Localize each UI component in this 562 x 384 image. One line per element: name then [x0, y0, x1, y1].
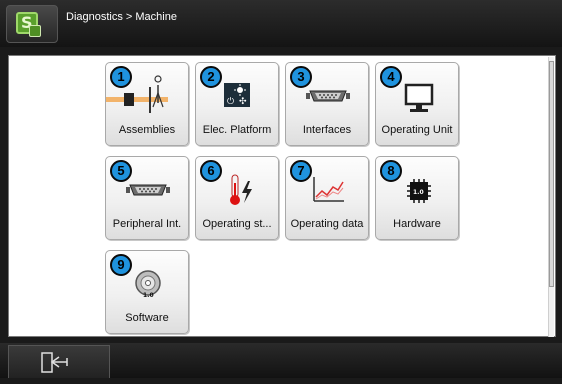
tile-software[interactable]: 1.0 9 Software — [105, 250, 189, 334]
tile-label: Interfaces — [302, 124, 352, 136]
content-panel: 1 Assemblies ⏻ ✣ 2 Elec. Platform 3 Inte… — [8, 55, 556, 337]
breadcrumb: Diagnostics > Machine — [66, 11, 177, 23]
tile-label: Elec. Platform — [202, 124, 272, 136]
tile-hardware[interactable]: 1.0 8 Hardware — [375, 156, 459, 240]
tile-label: Peripheral Int. — [112, 218, 182, 230]
tile-number-badge: 4 — [380, 66, 402, 88]
tile-assemblies[interactable]: 1 Assemblies — [105, 62, 189, 146]
header-bar: S Diagnostics > Machine — [0, 0, 562, 47]
tile-label: Operating data — [290, 218, 364, 230]
tile-label: Assemblies — [118, 124, 176, 136]
home-logo-button[interactable]: S — [6, 5, 58, 43]
tile-label: Operating st... — [202, 218, 272, 230]
machine-logo-icon: S — [16, 12, 41, 37]
tile-label: Operating Unit — [381, 124, 453, 136]
tile-number-badge: 7 — [290, 160, 312, 182]
tile-number-badge: 2 — [200, 66, 222, 88]
tile-peripheral-int[interactable]: 5 Peripheral Int. — [105, 156, 189, 240]
tile-number-badge: 1 — [110, 66, 132, 88]
tile-number-badge: 9 — [110, 254, 132, 276]
exit-door-icon — [41, 352, 68, 373]
tile-operating-unit[interactable]: 4 Operating Unit — [375, 62, 459, 146]
tile-label: Software — [125, 312, 169, 324]
tile-operating-state[interactable]: 6 Operating st... — [195, 156, 279, 240]
tile-number-badge: 6 — [200, 160, 222, 182]
tile-elec-platform[interactable]: ⏻ ✣ 2 Elec. Platform — [195, 62, 279, 146]
vertical-scrollbar[interactable] — [548, 57, 554, 337]
exit-button[interactable] — [8, 345, 110, 378]
svg-text:⏻: ⏻ — [227, 96, 234, 107]
tile-number-badge: 5 — [110, 160, 132, 182]
svg-text:1.0: 1.0 — [413, 189, 424, 196]
tile-number-badge: 3 — [290, 66, 312, 88]
tile-interfaces[interactable]: 3 Interfaces — [285, 62, 369, 146]
svg-text:✣: ✣ — [239, 97, 247, 107]
tile-number-badge: 8 — [380, 160, 402, 182]
scrollbar-thumb[interactable] — [549, 61, 554, 287]
footer-bar — [0, 343, 562, 378]
tile-label: Hardware — [393, 218, 441, 230]
svg-text:1.0: 1.0 — [143, 292, 154, 299]
tile-operating-data[interactable]: 7 Operating data — [285, 156, 369, 240]
